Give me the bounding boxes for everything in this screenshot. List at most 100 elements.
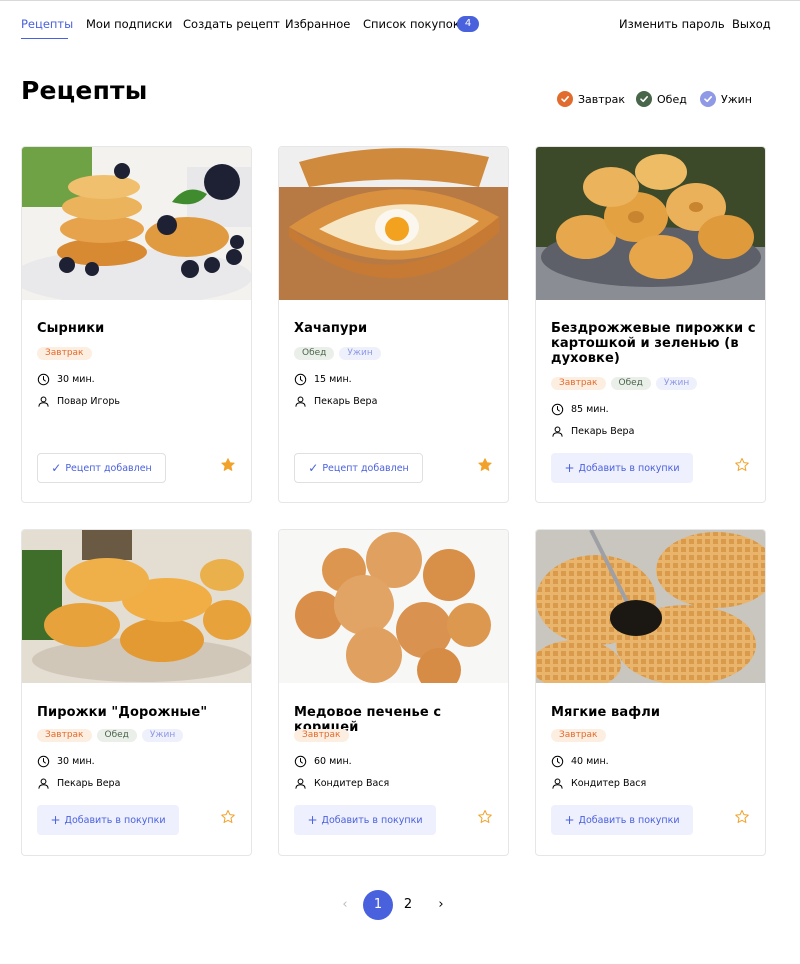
plus-icon: + (307, 813, 318, 827)
button-label: Добавить в покупки (321, 814, 423, 826)
top-navigation: Рецепты Мои подписки Создать рецепт Избр… (0, 0, 800, 48)
author-label[interactable]: Пекарь Вера (57, 778, 120, 789)
chevron-left-icon: ‹ (342, 897, 348, 912)
recipe-card: Медовое печенье с корицей Завтрак 60 мин… (278, 529, 509, 856)
pagination-prev[interactable]: ‹ (330, 890, 360, 920)
recipe-image[interactable] (22, 530, 251, 683)
user-icon (295, 396, 306, 407)
logout-link[interactable]: Выход (732, 17, 771, 31)
nav-favorites[interactable]: Избранное (285, 17, 350, 31)
tag-dinner: Ужин (655, 377, 698, 390)
check-icon (700, 91, 716, 107)
button-label: Добавить в покупки (578, 814, 680, 826)
recipe-time: 60 мин. (294, 755, 352, 768)
check-icon (557, 91, 573, 107)
recipe-added-button[interactable]: ✓ Рецепт добавлен (37, 453, 166, 483)
user-icon (38, 396, 49, 407)
recipe-card: Сырники Завтрак 30 мин. Повар Игорь ✓ Ре… (21, 146, 252, 503)
clock-icon (551, 403, 564, 416)
recipe-tags: Обед Ужин (294, 347, 381, 360)
clock-icon (37, 373, 50, 386)
tag-breakfast: Завтрак (551, 377, 606, 390)
plus-icon: + (564, 813, 575, 827)
recipe-title[interactable]: Бездрожжевые пирожки с картошкой и зелен… (551, 321, 756, 366)
recipe-title[interactable]: Сырники (37, 321, 242, 336)
check-icon: ✓ (308, 461, 319, 475)
filter-dinner[interactable]: Ужин (700, 90, 752, 108)
author-label[interactable]: Пекарь Вера (571, 426, 634, 437)
recipe-image[interactable] (536, 147, 765, 300)
star-filled-icon[interactable] (477, 457, 493, 473)
tag-lunch: Обед (294, 347, 335, 360)
star-filled-icon[interactable] (220, 457, 236, 473)
add-to-shopping-list-button[interactable]: + Добавить в покупки (551, 805, 693, 835)
recipe-image[interactable] (279, 147, 508, 300)
filter-label: Обед (657, 92, 687, 106)
recipe-time: 85 мин. (551, 403, 609, 416)
star-outline-icon[interactable] (220, 809, 236, 825)
author-label[interactable]: Кондитер Вася (571, 778, 646, 789)
tag-dinner: Ужин (141, 729, 184, 742)
nav-shopping-list[interactable]: Список покупок (363, 17, 460, 31)
recipe-author: Пекарь Вера (551, 425, 634, 438)
nav-active-underline (21, 38, 68, 39)
recipe-tags: Завтрак Обед Ужин (37, 729, 184, 742)
filter-label: Завтрак (578, 92, 626, 106)
change-password-link[interactable]: Изменить пароль (619, 17, 725, 31)
chevron-right-icon: › (438, 897, 444, 912)
recipe-tags: Завтрак (551, 729, 606, 742)
recipe-author: Кондитер Вася (551, 777, 646, 790)
clock-icon (37, 755, 50, 768)
filter-breakfast[interactable]: Завтрак (557, 90, 625, 108)
recipe-time: 30 мин. (37, 373, 95, 386)
filter-lunch[interactable]: Обед (636, 90, 687, 108)
time-label: 60 мин. (314, 756, 352, 767)
time-label: 40 мин. (571, 756, 609, 767)
button-label: Рецепт добавлен (65, 462, 152, 474)
check-icon: ✓ (51, 461, 62, 475)
star-outline-icon[interactable] (477, 809, 493, 825)
recipe-tags: Завтрак (294, 729, 349, 742)
pagination-page[interactable]: 1 (363, 890, 393, 920)
recipe-image[interactable] (22, 147, 251, 300)
recipe-tags: Завтрак Обед Ужин (551, 377, 698, 390)
recipe-card: Бездрожжевые пирожки с картошкой и зелен… (535, 146, 766, 503)
recipe-image[interactable] (279, 530, 508, 683)
clock-icon (294, 373, 307, 386)
shopping-list-count-badge: 4 (457, 16, 479, 32)
clock-icon (294, 755, 307, 768)
time-label: 30 мин. (57, 374, 95, 385)
tag-breakfast: Завтрак (37, 729, 92, 742)
button-label: Рецепт добавлен (322, 462, 409, 474)
button-label: Добавить в покупки (578, 462, 680, 474)
star-outline-icon[interactable] (734, 457, 750, 473)
star-outline-icon[interactable] (734, 809, 750, 825)
add-to-shopping-list-button[interactable]: + Добавить в покупки (551, 453, 693, 483)
recipe-card: Мягкие вафли Завтрак 40 мин. Кондитер Ва… (535, 529, 766, 856)
time-label: 85 мин. (571, 404, 609, 415)
button-label: Добавить в покупки (64, 814, 166, 826)
author-label[interactable]: Повар Игорь (57, 396, 120, 407)
recipe-title[interactable]: Пирожки "Дорожные" (37, 705, 242, 720)
recipe-time: 40 мин. (551, 755, 609, 768)
author-label[interactable]: Кондитер Вася (314, 778, 389, 789)
add-to-shopping-list-button[interactable]: + Добавить в покупки (37, 805, 179, 835)
recipe-added-button[interactable]: ✓ Рецепт добавлен (294, 453, 423, 483)
nav-recipes[interactable]: Рецепты (21, 17, 73, 31)
tag-lunch: Обед (96, 729, 137, 742)
add-to-shopping-list-button[interactable]: + Добавить в покупки (294, 805, 436, 835)
recipe-time: 15 мин. (294, 373, 352, 386)
recipe-title[interactable]: Хачапури (294, 321, 499, 336)
nav-create-recipe[interactable]: Создать рецепт (183, 17, 280, 31)
user-icon (552, 778, 563, 789)
author-label[interactable]: Пекарь Вера (314, 396, 377, 407)
recipe-card: Пирожки "Дорожные" Завтрак Обед Ужин 30 … (21, 529, 252, 856)
pagination-next[interactable]: › (426, 890, 456, 920)
recipe-image[interactable] (536, 530, 765, 683)
recipe-title[interactable]: Мягкие вафли (551, 705, 756, 720)
pagination-page[interactable]: 2 (393, 890, 423, 920)
nav-subscriptions[interactable]: Мои подписки (86, 17, 172, 31)
tag-breakfast: Завтрак (294, 729, 349, 742)
recipe-tags: Завтрак (37, 347, 92, 360)
page-title: Рецепты (21, 76, 148, 105)
